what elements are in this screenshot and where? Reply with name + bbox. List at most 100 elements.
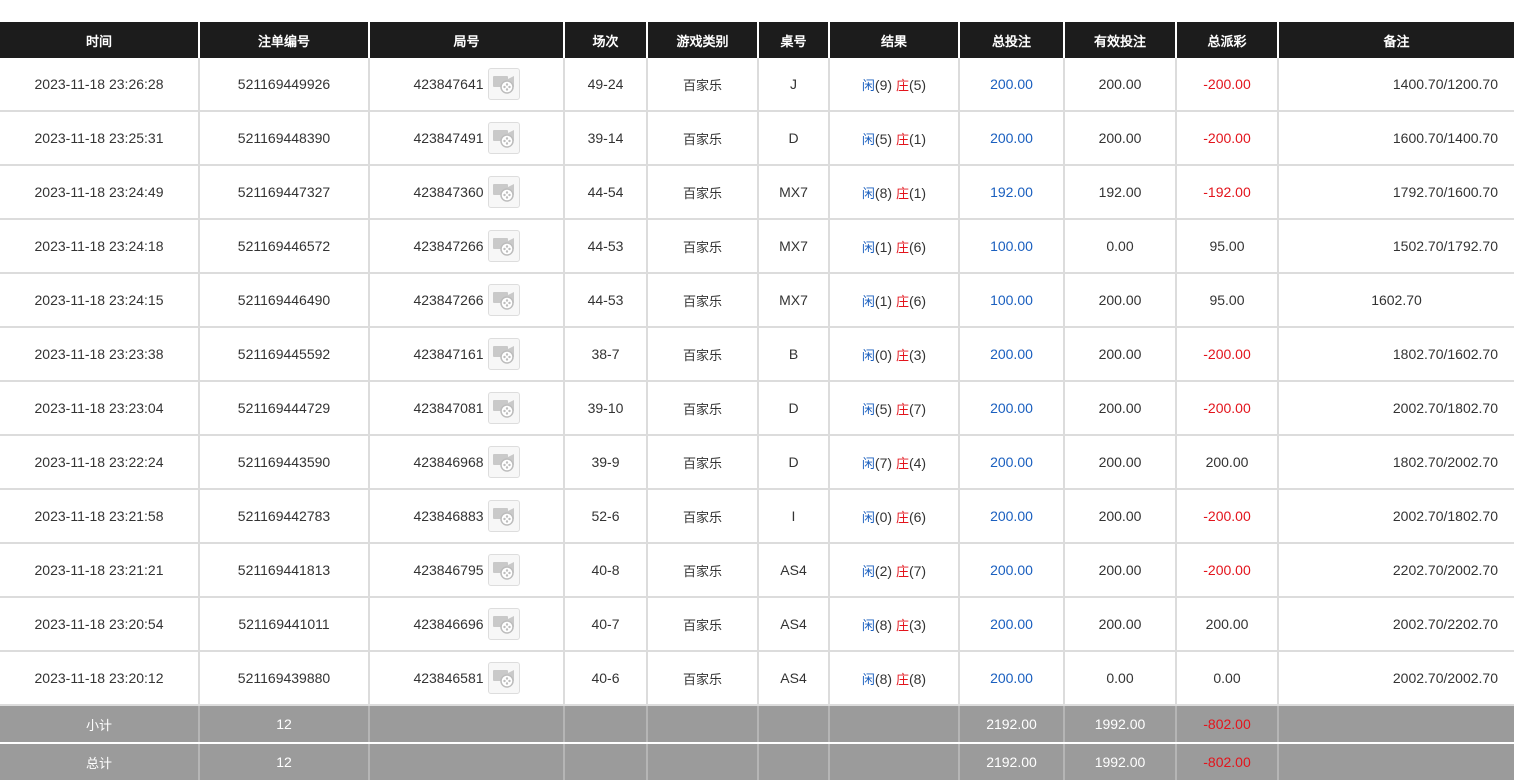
grand-total-total-bet: 2192.00	[958, 743, 1064, 782]
col-header-result[interactable]: 结果	[828, 22, 959, 58]
video-replay-icon[interactable]	[487, 176, 520, 208]
round-no-text: 423847266	[413, 238, 484, 254]
cell-bet-no: 521169444729	[198, 381, 369, 436]
table-row[interactable]: 2023-11-18 23:23:38 521169445592 423847161…	[0, 327, 1514, 382]
col-header-time[interactable]: 时间	[0, 22, 199, 58]
result-banker-score: (6)	[908, 292, 927, 309]
cell-payout: -200.00	[1175, 327, 1278, 382]
cell-time: 2023-11-18 23:23:04	[0, 381, 199, 436]
table-row[interactable]: 2023-11-18 23:24:18 521169446572 423847266…	[0, 219, 1514, 274]
col-header-shoe[interactable]: 场次	[563, 22, 647, 58]
video-replay-icon[interactable]	[487, 122, 520, 154]
cell-total-bet: 200.00	[958, 435, 1064, 490]
cell-remark: 2002.70/1802.70	[1277, 489, 1514, 544]
cell-valid-bet: 200.00	[1063, 381, 1176, 436]
grand-total-count: 12	[198, 743, 369, 782]
cell-remark: 2002.70/2002.70	[1277, 651, 1514, 706]
col-header-bet-no[interactable]: 注单编号	[198, 22, 369, 58]
result-banker-score: (8)	[908, 670, 927, 687]
video-replay-icon[interactable]	[487, 500, 520, 532]
table-row[interactable]: 2023-11-18 23:21:21 521169441813 423846795…	[0, 543, 1514, 598]
video-replay-icon[interactable]	[487, 338, 520, 370]
result-banker-label: 庄	[895, 564, 909, 580]
cell-round-no: 423846795	[368, 543, 564, 598]
round-no-text: 423847266	[413, 292, 484, 308]
col-header-remark[interactable]: 备注	[1277, 22, 1514, 58]
result-banker-label: 庄	[895, 672, 909, 688]
round-no-text: 423846795	[413, 562, 484, 578]
result-player-score: (7)	[874, 454, 893, 471]
result-player-score: (5)	[874, 400, 893, 417]
grand-total-empty	[1277, 743, 1514, 782]
cell-bet-no: 521169449926	[198, 58, 369, 112]
result-banker-score: (1)	[908, 130, 927, 147]
col-header-round-no[interactable]: 局号	[368, 22, 564, 58]
result-banker-score: (5)	[908, 76, 927, 93]
result-banker-label: 庄	[895, 78, 909, 94]
video-replay-icon[interactable]	[487, 608, 520, 640]
table-row[interactable]: 2023-11-18 23:23:04 521169444729 423847081…	[0, 381, 1514, 436]
table-row[interactable]: 2023-11-18 23:25:31 521169448390 423847491…	[0, 111, 1514, 166]
col-header-game-type[interactable]: 游戏类别	[646, 22, 758, 58]
cell-payout: -200.00	[1175, 111, 1278, 166]
cell-valid-bet: 200.00	[1063, 111, 1176, 166]
cell-table: D	[757, 111, 829, 166]
cell-total-bet: 100.00	[958, 273, 1064, 328]
cell-shoe: 38-7	[563, 327, 647, 382]
col-header-total-bet[interactable]: 总投注	[958, 22, 1064, 58]
cell-result: 闲(1) 庄(6)	[828, 273, 959, 328]
cell-bet-no: 521169445592	[198, 327, 369, 382]
result-banker-score: (3)	[908, 616, 927, 633]
cell-result: 闲(8) 庄(1)	[828, 165, 959, 220]
cell-table: AS4	[757, 543, 829, 598]
round-no-text: 423847641	[413, 76, 484, 92]
subtotal-empty	[828, 705, 959, 744]
grand-total-empty	[828, 743, 959, 782]
result-player-label: 闲	[861, 240, 875, 256]
round-no-text: 423847360	[413, 184, 484, 200]
round-no-text: 423847161	[413, 346, 484, 362]
cell-game-type: 百家乐	[646, 219, 758, 274]
cell-bet-no: 521169448390	[198, 111, 369, 166]
result-player-score: (8)	[874, 616, 893, 633]
cell-time: 2023-11-18 23:24:18	[0, 219, 199, 274]
cell-remark: 1602.70	[1277, 273, 1514, 328]
col-header-table[interactable]: 桌号	[757, 22, 829, 58]
result-player-label: 闲	[861, 348, 875, 364]
subtotal-empty	[646, 705, 758, 744]
cell-total-bet: 200.00	[958, 543, 1064, 598]
video-replay-icon[interactable]	[487, 68, 520, 100]
result-player-score: (0)	[874, 508, 893, 525]
round-no-text: 423847081	[413, 400, 484, 416]
table-footer: 小计 12 2192.00 1992.00 -802.00 总计 12 2192…	[0, 705, 1514, 782]
video-replay-icon[interactable]	[487, 446, 520, 478]
cell-result: 闲(2) 庄(7)	[828, 543, 959, 598]
cell-payout: -200.00	[1175, 58, 1278, 112]
cell-total-bet: 200.00	[958, 489, 1064, 544]
table-row[interactable]: 2023-11-18 23:22:24 521169443590 423846968…	[0, 435, 1514, 490]
cell-bet-no: 521169442783	[198, 489, 369, 544]
table-row[interactable]: 2023-11-18 23:20:54 521169441011 423846696…	[0, 597, 1514, 652]
cell-payout: 95.00	[1175, 273, 1278, 328]
table-row[interactable]: 2023-11-18 23:26:28 521169449926 423847641…	[0, 58, 1514, 112]
video-replay-icon[interactable]	[487, 230, 520, 262]
cell-game-type: 百家乐	[646, 381, 758, 436]
col-header-valid-bet[interactable]: 有效投注	[1063, 22, 1176, 58]
table-body: 2023-11-18 23:26:28 521169449926 423847641…	[0, 58, 1514, 706]
video-replay-icon[interactable]	[487, 662, 520, 694]
table-row[interactable]: 2023-11-18 23:21:58 521169442783 423846883…	[0, 489, 1514, 544]
table-row[interactable]: 2023-11-18 23:20:12 521169439880 423846581…	[0, 651, 1514, 706]
table-row[interactable]: 2023-11-18 23:24:15 521169446490 423847266…	[0, 273, 1514, 328]
cell-shoe: 39-9	[563, 435, 647, 490]
table-row[interactable]: 2023-11-18 23:24:49 521169447327 423847360…	[0, 165, 1514, 220]
cell-shoe: 39-14	[563, 111, 647, 166]
cell-time: 2023-11-18 23:24:15	[0, 273, 199, 328]
video-replay-icon[interactable]	[487, 554, 520, 586]
cell-shoe: 39-10	[563, 381, 647, 436]
round-no-text: 423846581	[413, 670, 484, 686]
video-replay-icon[interactable]	[487, 392, 520, 424]
round-no-text: 423847491	[413, 130, 484, 146]
video-replay-icon[interactable]	[487, 284, 520, 316]
result-player-score: (5)	[874, 130, 893, 147]
col-header-payout[interactable]: 总派彩	[1175, 22, 1278, 58]
